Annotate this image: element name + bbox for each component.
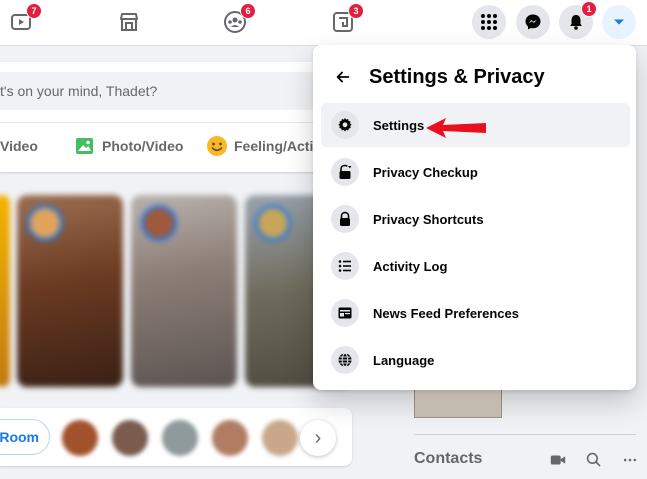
menu-item-language[interactable]: Language [321,338,630,382]
post-composer: t's on your mind, Thadet? Video Photo/Vi… [0,62,352,172]
notifications-button[interactable]: 1 [559,1,597,39]
story-card[interactable] [0,195,10,387]
composer-divider [0,122,340,123]
menu-header: Settings & Privacy [331,63,545,91]
feeling-activity-button[interactable]: Feeling/Activ [206,134,321,158]
gear-icon [331,111,359,139]
menu-item-label: News Feed Preferences [373,305,519,321]
grid-menu-icon [481,14,497,30]
menu-item-label: Language [373,352,435,368]
photo-icon [76,138,93,154]
watch-badge: 7 [26,3,42,19]
messenger-button[interactable] [516,5,550,39]
gaming-tab[interactable]: 3 [330,3,364,35]
composer-action-label: Photo/Video [102,138,184,154]
menu-item-news-feed-preferences[interactable]: News Feed Preferences [321,291,630,335]
rooms-bar: Room › [0,408,352,466]
create-room-button[interactable]: Room [0,419,50,455]
gaming-badge: 3 [348,3,364,19]
room-avatar[interactable] [262,420,298,456]
annotation-arrow-icon [426,118,486,138]
menu-title: Settings & Privacy [369,65,545,88]
top-navigation-bar: 7 6 3 1 [0,0,647,46]
room-avatar[interactable] [212,420,248,456]
contacts-title: Contacts [414,450,483,467]
right-column-divider [414,434,636,435]
new-room-video-icon[interactable] [548,450,568,470]
back-button[interactable] [331,65,355,89]
notifications-badge: 1 [581,1,597,17]
arrow-left-icon [336,71,350,83]
sponsored-image[interactable] [414,388,502,418]
menu-button[interactable] [472,5,506,39]
room-button-label: Room [0,429,39,445]
menu-item-label: Privacy Shortcuts [373,211,484,227]
menu-item-label: Activity Log [373,258,448,274]
photo-video-button[interactable]: Photo/Video [74,134,183,158]
settings-privacy-menu: Settings & Privacy Settings Privacy Chec… [313,45,636,390]
list-icon [331,252,359,280]
feed-icon [331,299,359,327]
room-avatar[interactable] [162,420,198,456]
menu-item-privacy-shortcuts[interactable]: Privacy Shortcuts [321,197,630,241]
bell-icon [570,15,582,30]
account-menu-button[interactable] [602,5,636,39]
feeling-icon [207,136,227,156]
caret-down-icon [614,19,624,25]
menu-item-label: Privacy Checkup [373,164,478,180]
lock-arrow-icon [331,158,359,186]
groups-badge: 6 [240,3,256,19]
rooms-next-button[interactable]: › [300,420,336,456]
live-video-button[interactable]: Video [0,134,38,158]
story-card[interactable] [131,195,237,387]
lock-icon [331,205,359,233]
menu-item-privacy-checkup[interactable]: Privacy Checkup [321,150,630,194]
story-avatar [27,205,63,241]
groups-tab[interactable]: 6 [222,3,256,35]
watch-tab[interactable]: 7 [8,3,42,35]
menu-item-activity-log[interactable]: Activity Log [321,244,630,288]
more-options-icon[interactable] [620,450,640,470]
room-avatar[interactable] [62,420,98,456]
globe-icon [331,346,359,374]
marketplace-icon [120,13,138,31]
composer-action-label: Feeling/Activ [234,138,322,154]
stories-strip [0,183,352,398]
composer-action-label: Video [0,138,38,154]
chevron-right-icon: › [314,426,322,449]
story-avatar [255,205,291,241]
menu-item-label: Settings [373,117,425,133]
marketplace-tab[interactable] [116,9,142,35]
room-avatar[interactable] [112,420,148,456]
messenger-icon [525,14,541,30]
story-card[interactable] [17,195,123,387]
search-icon[interactable] [584,450,604,470]
composer-input[interactable]: t's on your mind, Thadet? [0,72,342,110]
story-avatar [141,205,177,241]
